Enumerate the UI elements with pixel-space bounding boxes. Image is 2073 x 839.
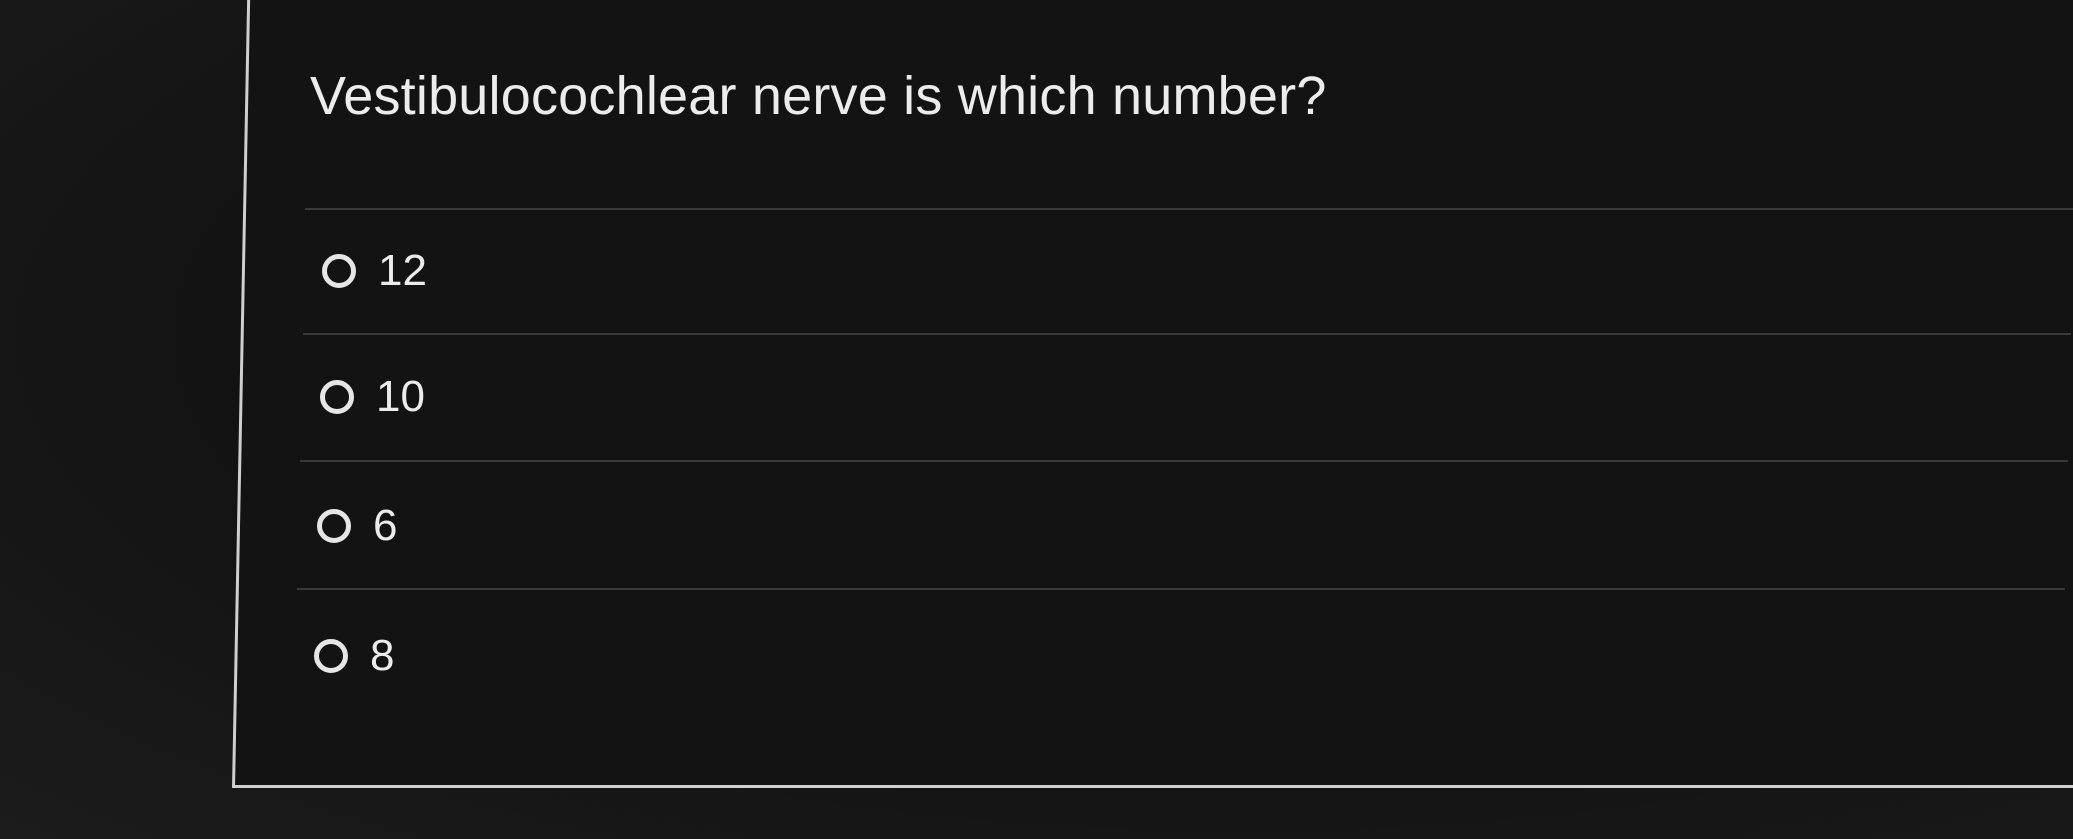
divider xyxy=(300,460,2068,462)
radio-circle-icon[interactable] xyxy=(317,509,351,543)
option-label: 6 xyxy=(373,501,398,550)
option-4[interactable]: 8 xyxy=(314,631,394,681)
option-1[interactable]: 12 xyxy=(322,246,427,296)
screen: Vestibulocochlear nerve is which number?… xyxy=(0,0,2073,839)
option-label: 10 xyxy=(376,372,425,421)
radio-circle-icon[interactable] xyxy=(314,639,348,673)
question-text: Vestibulocochlear nerve is which number? xyxy=(310,66,1327,126)
option-label: 12 xyxy=(378,246,427,295)
divider xyxy=(303,333,2071,335)
radio-circle-icon[interactable] xyxy=(322,254,356,288)
option-2[interactable]: 10 xyxy=(320,372,425,422)
option-3[interactable]: 6 xyxy=(317,501,397,551)
divider xyxy=(305,208,2073,210)
divider xyxy=(297,588,2065,590)
option-label: 8 xyxy=(370,631,395,680)
radio-circle-icon[interactable] xyxy=(320,380,354,414)
